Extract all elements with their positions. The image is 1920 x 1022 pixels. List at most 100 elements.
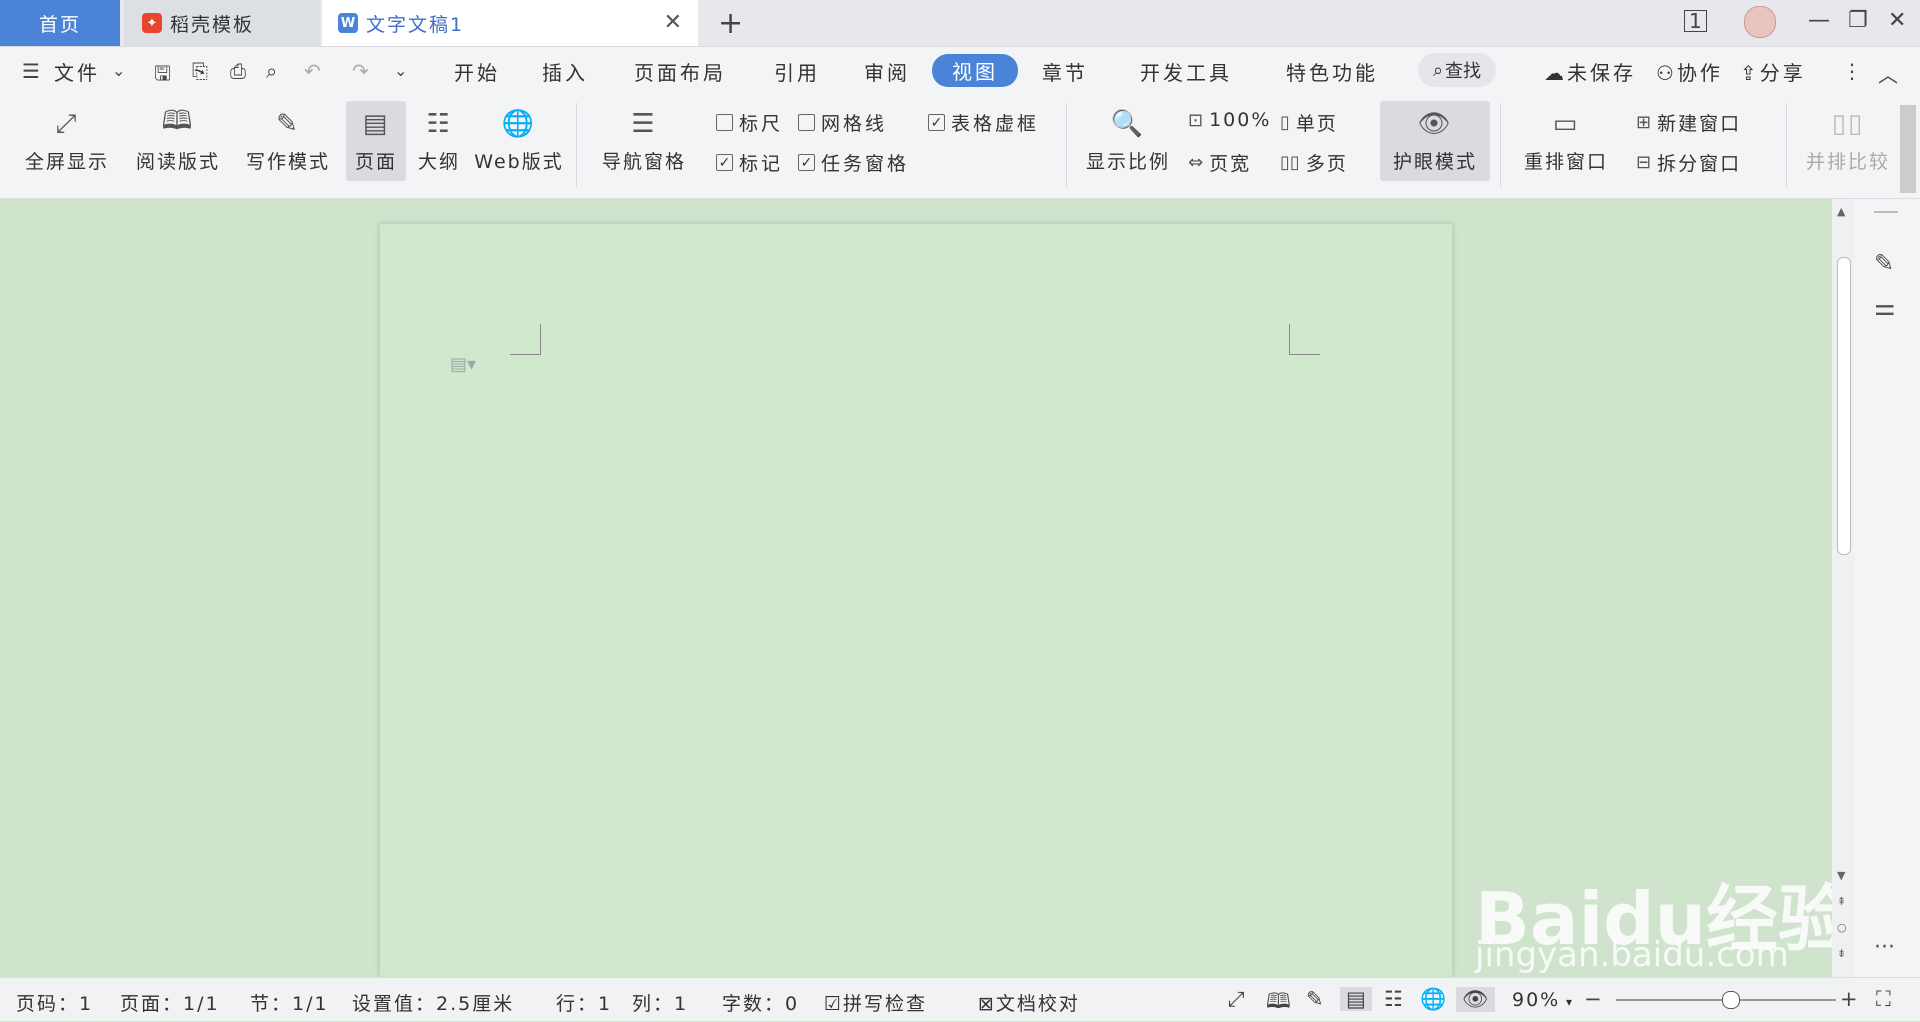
writing-status-icon[interactable]: ✎ [1306, 987, 1324, 1011]
zoom-in-icon[interactable]: + [1840, 987, 1858, 1011]
writing-mode-button[interactable]: ✎ 写作模式 [240, 101, 336, 181]
file-menu[interactable]: 文件 [54, 57, 100, 86]
reading-layout-label: 阅读版式 [135, 151, 220, 173]
scroll-down-icon[interactable]: ▼ [1837, 869, 1845, 882]
next-page-icon[interactable]: ⇟ [1837, 947, 1846, 960]
menu-insert[interactable]: 插入 [542, 57, 588, 86]
ribbon-scroll-arrow[interactable] [1900, 105, 1916, 193]
prev-page-icon[interactable]: ⇞ [1837, 895, 1846, 908]
customize-toolbar-icon[interactable]: ⌄ [394, 61, 407, 80]
gridlines-checkbox[interactable]: 网格线 [798, 109, 887, 136]
tab-home[interactable]: 首页 [0, 0, 120, 46]
side-by-side-button[interactable]: ▯▯ 并排比较 [1800, 101, 1896, 181]
fullscreen-button[interactable]: ⤢ 全屏显示 [20, 101, 114, 181]
ruler-checkbox[interactable]: 标尺 [716, 109, 783, 136]
page-width-button[interactable]: ⇔ 页宽 [1188, 149, 1251, 176]
zoom-ratio-button[interactable]: 🔍 显示比例 [1080, 101, 1176, 181]
page-status-icon[interactable]: ▤ [1340, 987, 1372, 1011]
column-info[interactable]: 列：1 [632, 989, 688, 1016]
share-button[interactable]: ⇪分享 [1740, 57, 1806, 86]
zoom-slider[interactable] [1616, 991, 1836, 1009]
window-count-icon[interactable]: 1 [1684, 10, 1707, 32]
more-icon[interactable]: ⋮ [1842, 59, 1862, 83]
tab-template[interactable]: ✦ 稻壳模板 [124, 0, 320, 46]
scroll-thumb[interactable] [1837, 257, 1851, 555]
menu-references[interactable]: 引用 [774, 57, 820, 86]
task-pane-checkbox[interactable]: ✓ 任务窗格 [798, 149, 909, 176]
menu-developer[interactable]: 开发工具 [1140, 57, 1232, 86]
web-status-icon[interactable]: 🌐 [1420, 987, 1446, 1012]
eye-mode-button[interactable]: 👁 护眼模式 [1380, 101, 1490, 181]
close-window-icon[interactable]: ✕ [1888, 8, 1906, 33]
single-page-button[interactable]: ▯ 单页 [1280, 109, 1338, 136]
zoom-slider-knob[interactable] [1722, 991, 1741, 1009]
page-number[interactable]: 页码：1 [16, 989, 93, 1016]
vertical-scrollbar[interactable]: ▲ ▼ ⇞ ○ ⇟ [1832, 199, 1854, 977]
document-page[interactable]: ▤▾ [380, 224, 1452, 977]
select-browse-icon[interactable]: ○ [1837, 921, 1847, 934]
search-icon: ⌕ [1432, 59, 1444, 81]
search-button[interactable]: ⌕ 查找 [1418, 53, 1496, 87]
paste-options-icon[interactable]: ▤▾ [450, 354, 476, 375]
rearrange-window-button[interactable]: ▭ 重排窗口 [1512, 101, 1620, 181]
divider [1066, 103, 1067, 187]
menu-chapter[interactable]: 章节 [1042, 57, 1088, 86]
zoom-dropdown[interactable]: 90% ▾ [1512, 989, 1574, 1011]
reading-status-icon[interactable]: 🕮 [1266, 987, 1291, 1022]
tab-template-label: 稻壳模板 [170, 13, 255, 36]
print-icon[interactable]: ⎙ [230, 59, 246, 83]
word-count[interactable]: 字数：0 [722, 989, 799, 1016]
new-window-button[interactable]: ⊞ 新建窗口 [1636, 109, 1741, 136]
collapse-ribbon-icon[interactable]: ︿ [1878, 59, 1898, 88]
hamburger-icon[interactable]: ☰ [22, 59, 40, 83]
spell-check-button[interactable]: ☑拼写检查 [824, 989, 927, 1016]
outline-button[interactable]: ☷ 大纲 [414, 101, 464, 181]
tab-document[interactable]: W 文字文稿1 ✕ [322, 0, 698, 46]
web-layout-button[interactable]: 🌐 Web版式 [474, 101, 562, 181]
setting-value[interactable]: 设置值：2.5厘米 [352, 989, 514, 1016]
unsaved-button[interactable]: ☁未保存 [1544, 57, 1636, 86]
new-window-label: 新建窗口 [1657, 113, 1742, 135]
table-border-checkbox[interactable]: ✓ 表格虚框 [928, 109, 1039, 136]
scroll-up-icon[interactable]: ▲ [1837, 205, 1845, 218]
save-icon[interactable]: 🖫 [154, 59, 171, 93]
eye-status-icon[interactable]: 👁 [1456, 987, 1495, 1012]
outline-status-icon[interactable]: ☷ [1384, 987, 1403, 1011]
multi-page-button[interactable]: ▯▯ 多页 [1280, 149, 1348, 176]
settings-slider-icon[interactable]: ⚌ [1874, 293, 1896, 321]
zoom-100-button[interactable]: ⊡ 100% [1188, 109, 1271, 131]
chevron-down-icon[interactable]: ⌄ [112, 61, 125, 80]
margin-corner-top-left [510, 324, 541, 355]
undo-icon[interactable]: ↶ [304, 59, 321, 83]
split-window-button[interactable]: ⊟ 拆分窗口 [1636, 149, 1741, 176]
menu-review[interactable]: 审阅 [864, 57, 910, 86]
close-tab-icon[interactable]: ✕ [664, 10, 684, 35]
reading-layout-button[interactable]: 🕮 阅读版式 [130, 101, 226, 181]
marks-checkbox[interactable]: ✓ 标记 [716, 149, 783, 176]
menu-start[interactable]: 开始 [454, 57, 500, 86]
menu-page-layout[interactable]: 页面布局 [634, 57, 726, 86]
new-tab-button[interactable]: + [718, 6, 743, 41]
edit-pen-icon[interactable]: ✎ [1874, 249, 1894, 277]
row-info[interactable]: 行：1 [556, 989, 612, 1016]
more-dots-icon[interactable]: ··· [1874, 935, 1895, 960]
minimize-icon[interactable]: — [1808, 8, 1830, 33]
redo-icon[interactable]: ↷ [352, 59, 369, 83]
search-label: 查找 [1445, 61, 1482, 82]
print-preview-icon[interactable]: ⌕ [266, 59, 277, 83]
proofread-button[interactable]: ⊠文档校对 [978, 989, 1080, 1016]
avatar[interactable] [1744, 6, 1776, 38]
nav-pane-button[interactable]: ☰ 导航窗格 [590, 101, 698, 181]
collab-button[interactable]: ⚇协作 [1656, 57, 1723, 86]
page-view-button[interactable]: ▤ 页面 [346, 101, 406, 181]
page-count[interactable]: 页面：1/1 [120, 989, 220, 1016]
format-painter-icon[interactable]: ⎘ [192, 59, 208, 83]
menu-special[interactable]: 特色功能 [1286, 57, 1378, 86]
section-info[interactable]: 节：1/1 [250, 989, 329, 1016]
restore-icon[interactable]: ❐ [1848, 8, 1868, 33]
fit-window-icon[interactable]: ⛶ [1876, 987, 1891, 1012]
fullscreen-status-icon[interactable]: ⤢ [1228, 987, 1245, 1012]
zoom-out-icon[interactable]: − [1584, 987, 1602, 1011]
menu-view[interactable]: 视图 [932, 54, 1018, 87]
nav-pane-icon: ☰ [631, 109, 657, 139]
